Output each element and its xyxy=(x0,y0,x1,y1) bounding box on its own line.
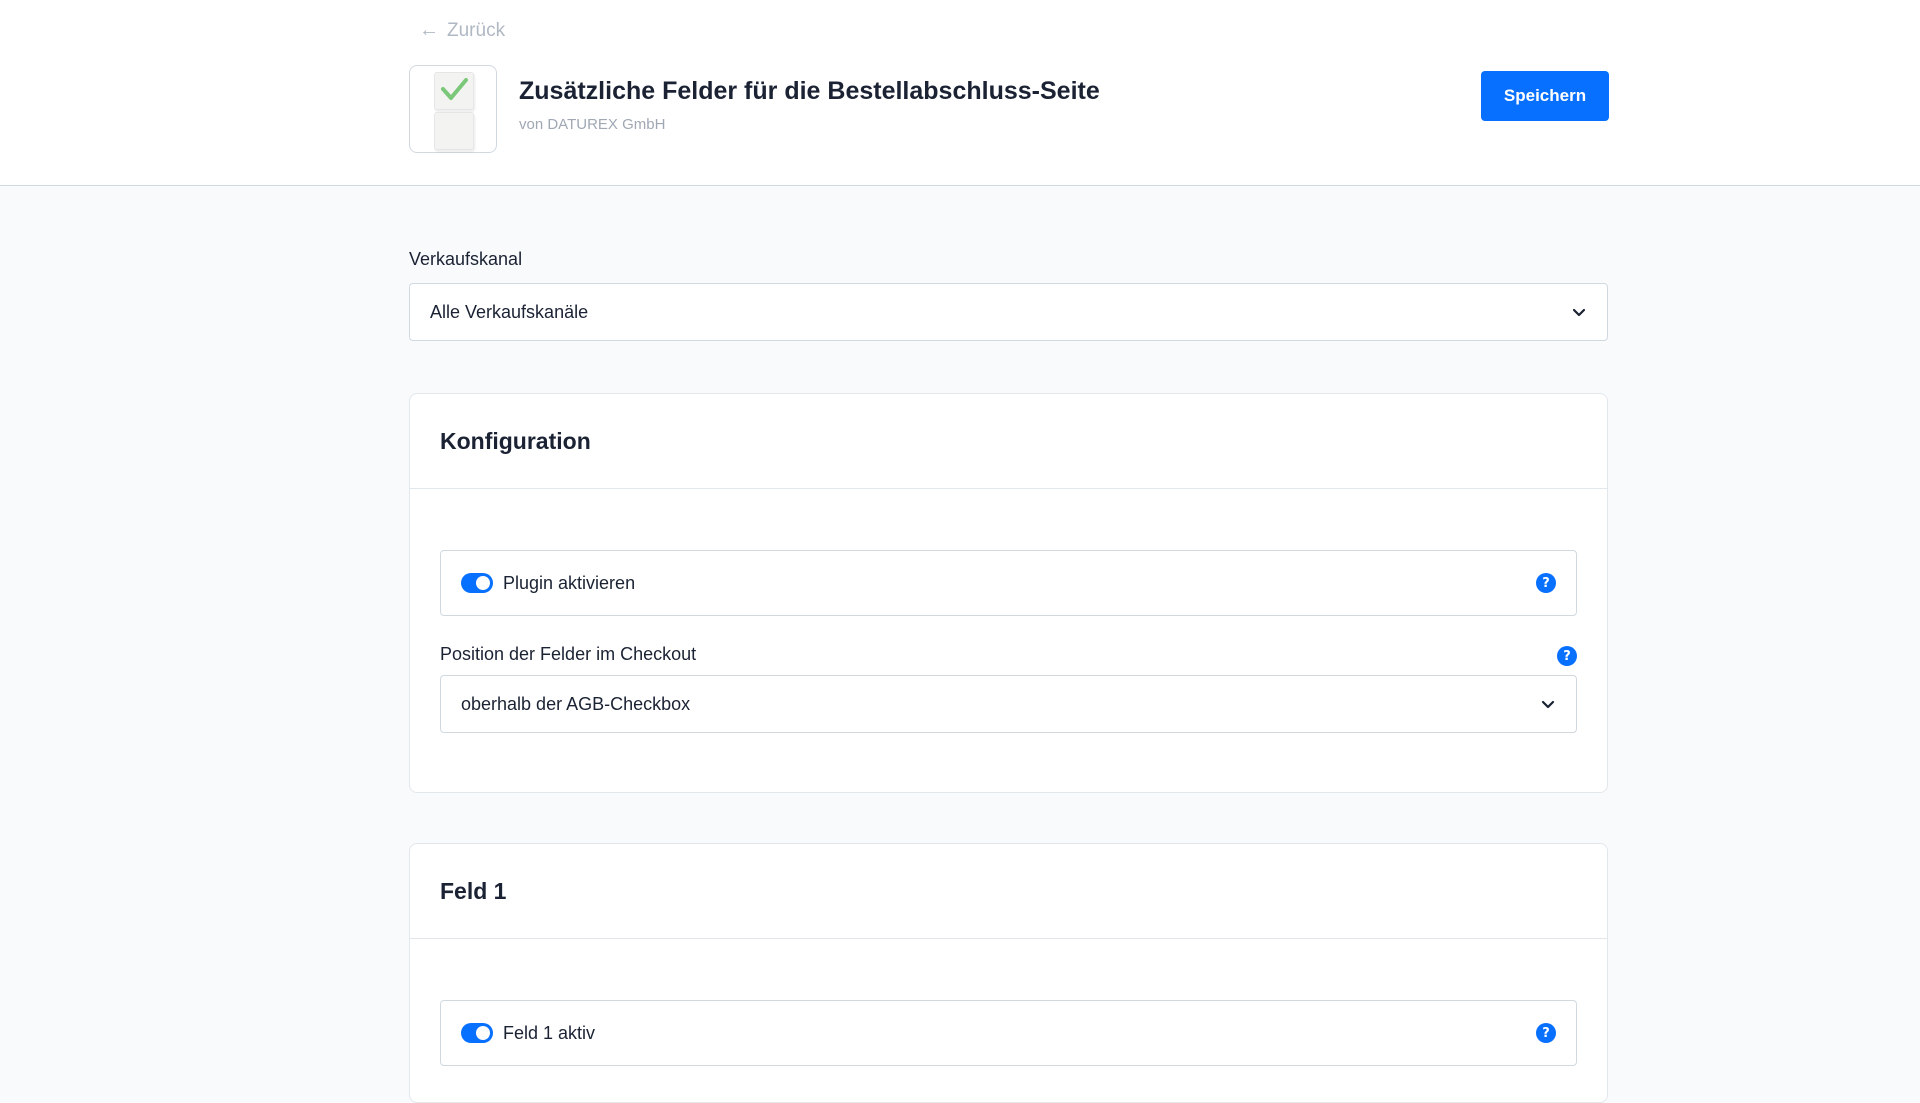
plugin-activate-label: Plugin aktivieren xyxy=(503,572,636,593)
sales-channel-label: Verkaufskanal xyxy=(409,249,523,269)
plugin-activate-row: Plugin aktivieren ? xyxy=(440,550,1577,616)
toggle-knob xyxy=(476,576,490,590)
plugin-vendor: von DATUREX GmbH xyxy=(519,116,666,133)
field1-card: Feld 1 Feld 1 aktiv ? xyxy=(409,843,1608,1103)
sales-channel-value: Alle Verkaufskanäle xyxy=(430,301,589,322)
field1-active-row: Feld 1 aktiv ? xyxy=(440,1000,1577,1066)
chevron-down-icon xyxy=(1572,308,1586,317)
chevron-down-icon xyxy=(1541,700,1555,709)
save-button[interactable]: Speichern xyxy=(1481,71,1609,121)
position-select-value: oberhalb der AGB-Checkbox xyxy=(461,693,691,714)
position-field-label: Position der Felder im Checkout xyxy=(440,644,697,664)
position-select[interactable]: oberhalb der AGB-Checkbox xyxy=(440,675,1577,733)
plugin-logo xyxy=(409,65,497,153)
arrow-left-icon: ← xyxy=(419,19,439,41)
help-icon[interactable]: ? xyxy=(1557,646,1577,666)
configuration-card: Konfiguration Plugin aktivieren ? Positi… xyxy=(409,393,1608,793)
field1-card-title: Feld 1 xyxy=(410,844,1607,939)
help-icon[interactable]: ? xyxy=(1536,573,1556,593)
help-icon[interactable]: ? xyxy=(1536,1023,1556,1043)
page-header: ← Zurück Zusätzliche Felder für die Best… xyxy=(0,0,1920,186)
page-title: Zusätzliche Felder für die Bestellabschl… xyxy=(519,77,1100,105)
checkmark-icon xyxy=(441,78,468,100)
field1-active-toggle[interactable] xyxy=(461,1023,493,1043)
toggle-knob xyxy=(476,1026,490,1040)
checkbox-empty-icon xyxy=(434,112,474,150)
checkbox-check-icon xyxy=(434,72,474,110)
field1-active-label: Feld 1 aktiv xyxy=(503,1022,596,1043)
back-link-label: Zurück xyxy=(447,19,506,41)
sales-channel-select[interactable]: Alle Verkaufskanäle xyxy=(409,283,1608,341)
plugin-activate-toggle[interactable] xyxy=(461,573,493,593)
configuration-card-title: Konfiguration xyxy=(410,394,1607,489)
back-link[interactable]: ← Zurück xyxy=(419,19,505,42)
